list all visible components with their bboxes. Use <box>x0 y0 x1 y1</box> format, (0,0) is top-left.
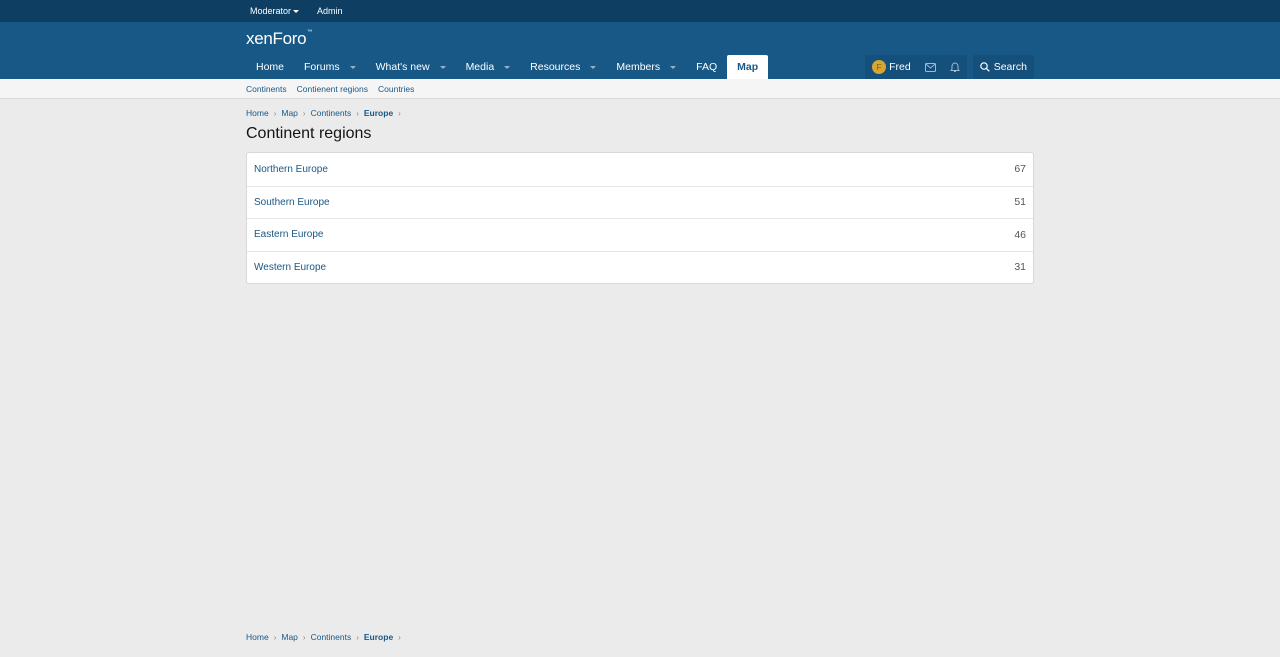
tab-media[interactable]: Media <box>456 55 521 79</box>
subnav-continents[interactable]: Continents <box>246 84 287 94</box>
account-link[interactable]: F Fred <box>865 55 918 79</box>
tab-label: Members <box>616 61 661 73</box>
breadcrumb-continents[interactable]: Continents <box>311 632 352 642</box>
tab-label: What's new <box>375 61 430 73</box>
chevron-right-icon: › <box>356 108 359 118</box>
user-name: Fred <box>889 61 911 73</box>
breadcrumb-map[interactable]: Map <box>281 632 298 642</box>
logo-xen: xen <box>246 29 273 48</box>
tab-faq[interactable]: FAQ <box>686 55 727 79</box>
chevron-down-icon[interactable] <box>504 65 511 69</box>
conversations-button[interactable] <box>918 55 943 79</box>
bell-icon <box>949 61 960 72</box>
tab-label: FAQ <box>696 61 718 73</box>
breadcrumb-europe[interactable]: Europe <box>364 632 393 642</box>
search-icon <box>979 62 990 72</box>
region-link[interactable]: Northern Europe <box>254 164 328 175</box>
breadcrumb-bottom: Home › Map › Continents › Europe › <box>246 632 406 642</box>
breadcrumb-home[interactable]: Home <box>246 632 269 642</box>
tab-map[interactable]: Map <box>727 55 769 79</box>
staff-bar: Moderator Admin <box>0 0 1280 22</box>
regions-list: Northern Europe 67 Southern Europe 51 Ea… <box>246 152 1034 284</box>
chevron-right-icon: › <box>273 108 277 118</box>
chevron-down-icon[interactable] <box>439 65 446 69</box>
list-item: Western Europe 31 <box>247 250 1033 284</box>
breadcrumb-top: Home › Map › Continents › Europe › <box>246 108 406 118</box>
avatar: F <box>872 60 887 74</box>
region-count: 46 <box>1014 228 1026 241</box>
list-item: Northern Europe 67 <box>247 153 1033 186</box>
tab-whats-new[interactable]: What's new <box>366 55 456 79</box>
tab-members[interactable]: Members <box>606 55 686 79</box>
breadcrumb-home[interactable]: Home <box>246 108 269 118</box>
region-count: 67 <box>1014 163 1026 176</box>
logo-foro: Foro <box>272 29 307 48</box>
chevron-right-icon: › <box>302 108 306 118</box>
chevron-down-icon[interactable] <box>670 65 677 69</box>
subnav-continent-regions[interactable]: Contienent regions <box>297 84 368 94</box>
list-item: Eastern Europe 46 <box>247 218 1033 251</box>
region-link[interactable]: Eastern Europe <box>254 229 324 240</box>
chevron-down-icon[interactable] <box>590 65 597 69</box>
alerts-button[interactable] <box>943 55 967 79</box>
user-nav: F Fred Search <box>865 55 1034 79</box>
chevron-right-icon: › <box>398 632 401 642</box>
region-link[interactable]: Southern Europe <box>254 197 330 208</box>
chevron-right-icon: › <box>356 632 359 642</box>
chevron-right-icon: › <box>273 632 277 642</box>
main-nav: Home Forums What's new Media Resources M… <box>246 55 769 79</box>
tab-label: Map <box>737 61 759 73</box>
tab-label: Home <box>256 61 285 73</box>
breadcrumb-continents[interactable]: Continents <box>311 108 352 118</box>
sub-nav: Continents Contienent regions Countries <box>0 79 1280 99</box>
trademark-icon: ™ <box>307 29 312 35</box>
region-link[interactable]: Western Europe <box>254 262 326 273</box>
tab-home[interactable]: Home <box>246 55 294 79</box>
breadcrumb-map[interactable]: Map <box>281 108 298 118</box>
tab-resources[interactable]: Resources <box>520 55 606 79</box>
chevron-down-icon[interactable] <box>349 65 356 69</box>
moderator-menu[interactable]: Moderator <box>250 6 300 16</box>
admin-link[interactable]: Admin <box>317 6 343 16</box>
region-count: 31 <box>1014 261 1026 274</box>
moderator-label: Moderator <box>250 6 292 16</box>
search-button[interactable]: Search <box>972 55 1034 79</box>
tab-label: Forums <box>304 61 340 73</box>
envelope-icon <box>924 62 936 72</box>
site-header: xenForo™ Home Forums What's new Media Re… <box>0 22 1280 79</box>
account-box: F Fred <box>865 55 967 79</box>
tab-label: Resources <box>530 61 581 73</box>
chevron-down-icon <box>293 9 300 13</box>
chevron-right-icon: › <box>302 632 306 642</box>
site-logo[interactable]: xenForo™ <box>246 29 312 49</box>
chevron-right-icon: › <box>398 108 401 118</box>
region-count: 51 <box>1014 196 1026 209</box>
breadcrumb-europe[interactable]: Europe <box>364 108 393 118</box>
tab-label: Media <box>465 61 495 73</box>
search-label: Search <box>993 61 1027 73</box>
tab-forums[interactable]: Forums <box>294 55 366 79</box>
page-title: Continent regions <box>246 125 372 142</box>
list-item: Southern Europe 51 <box>247 185 1033 219</box>
subnav-countries[interactable]: Countries <box>378 84 414 94</box>
